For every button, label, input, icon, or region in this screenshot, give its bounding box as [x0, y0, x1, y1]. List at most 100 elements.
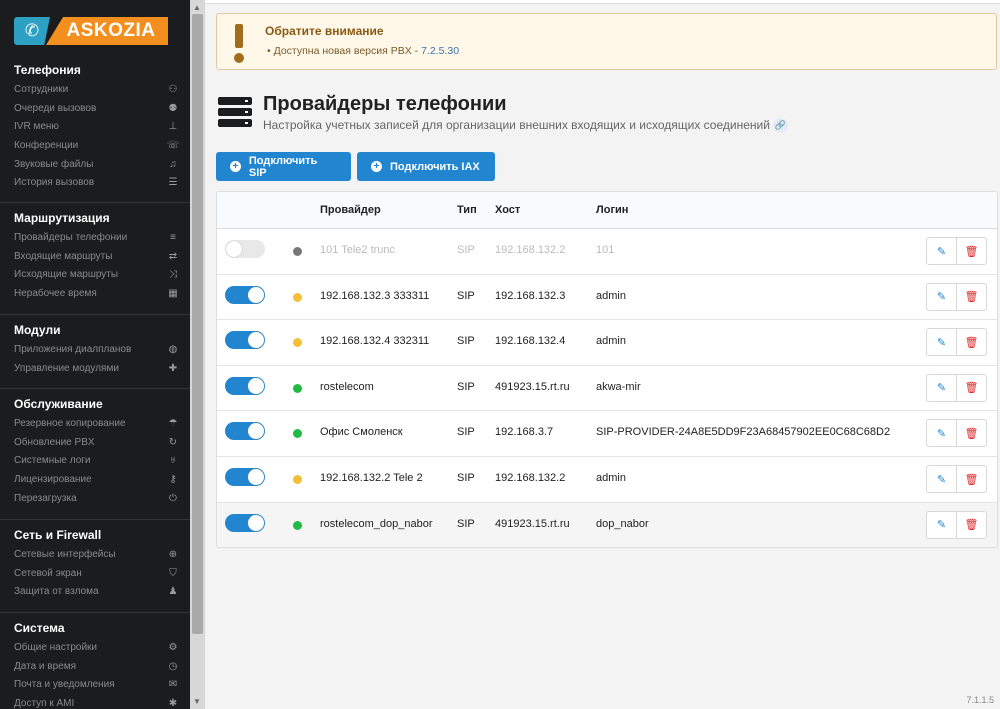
sidebar-section-title: Обслуживание: [14, 397, 103, 411]
edit-icon[interactable]: ✎: [927, 420, 957, 447]
table-row[interactable]: 192.168.132.2 Tele 2 SIP 192.168.132.2 admi…: [217, 457, 997, 503]
user-secret-icon: ♟: [168, 586, 178, 598]
delete-icon[interactable]: 🗑: [957, 238, 986, 264]
sidebar-item[interactable]: Общие настройки ⚙: [0, 638, 190, 657]
umbrella-icon: ☂: [168, 417, 178, 429]
sidebar-item[interactable]: Нерабочее время ▦: [0, 284, 190, 303]
delete-icon[interactable]: 🗑: [957, 512, 986, 538]
page-subtitle-text: Настройка учетных записей для организаци…: [263, 118, 770, 132]
table-row[interactable]: rostelecom SIP 491923.15.rt.ru akwa-mir ✎ 🗑: [217, 366, 997, 412]
add-sip-button[interactable]: + Подключить SIP: [216, 152, 351, 181]
sidebar-item[interactable]: Сетевой экран ⛉: [0, 564, 190, 583]
row-actions: ✎ 🗑: [926, 419, 987, 448]
sidebar-item[interactable]: Системные логи ♅: [0, 451, 190, 470]
sidebar-item-label: Почта и уведомления: [14, 679, 115, 691]
edit-icon[interactable]: ✎: [927, 283, 957, 310]
provider-host: 192.168.132.2: [495, 472, 566, 484]
sidebar-item[interactable]: Звуковые файлы ♫: [0, 155, 190, 174]
delete-icon[interactable]: 🗑: [957, 329, 986, 355]
provider-type: SIP: [457, 426, 475, 439]
delete-icon[interactable]: 🗑: [957, 466, 986, 492]
enable-toggle[interactable]: [225, 376, 265, 395]
delete-icon[interactable]: 🗑: [957, 284, 986, 310]
provider-type: SIP: [457, 335, 475, 348]
sidebar-item[interactable]: Доступ к AMI ✱: [0, 694, 190, 709]
sidebar-item[interactable]: IVR меню ⊥: [0, 117, 190, 136]
sidebar-item[interactable]: Почта и уведомления ✉: [0, 675, 190, 694]
header-host[interactable]: Хост: [495, 204, 520, 216]
sidebar-item[interactable]: Перезагрузка ⏻: [0, 489, 190, 508]
toggle-knob: [248, 423, 264, 440]
edit-icon[interactable]: ✎: [927, 374, 957, 401]
table-row[interactable]: 192.168.132.4 332311 SIP 192.168.132.4 admi…: [217, 320, 997, 366]
edit-icon[interactable]: ✎: [927, 329, 957, 356]
sidebar-item[interactable]: Исходящие маршруты ⤨: [0, 265, 190, 284]
sidebar-item[interactable]: История вызовов ☰: [0, 173, 190, 192]
header-login[interactable]: Логин: [596, 204, 628, 216]
provider-type: SIP: [457, 289, 475, 302]
edit-icon[interactable]: ✎: [927, 466, 957, 492]
edit-icon[interactable]: ✎: [927, 511, 957, 538]
exclamation-icon: [231, 24, 247, 63]
sidebar-item[interactable]: Лицензирование ⚷: [0, 470, 190, 489]
enable-toggle[interactable]: [225, 422, 265, 441]
link-icon[interactable]: 🔗: [772, 118, 788, 134]
sidebar-section: Телефония Сотрудники ⚇ Очереди вызовов ⚉ IVR …: [0, 62, 190, 192]
sidebar-item[interactable]: Управление модулями ✚: [0, 359, 190, 378]
enable-toggle[interactable]: [225, 331, 265, 350]
delete-icon[interactable]: 🗑: [957, 375, 986, 401]
shield-icon: ⛉: [169, 567, 177, 579]
provider-name: Офис Смоленск: [320, 426, 403, 439]
version-link[interactable]: 7.2.5.30: [421, 45, 459, 57]
table-row[interactable]: rostelecom_dop_nabor SIP 491923.15.rt.ru do…: [217, 502, 997, 547]
sidebar-item[interactable]: Провайдеры телефонии ≡: [0, 228, 190, 247]
scroll-down-icon[interactable]: ▼: [193, 697, 201, 706]
sidebar-item[interactable]: Очереди вызовов ⚉: [0, 99, 190, 118]
sidebar-item[interactable]: Конференции ☏: [0, 136, 190, 155]
scrollbar-thumb[interactable]: [192, 14, 203, 634]
sidebar-item[interactable]: Дата и время ◷: [0, 657, 190, 676]
sidebar-item[interactable]: Приложения диалпланов ◍: [0, 340, 190, 359]
enable-toggle[interactable]: [225, 285, 265, 304]
sidebar-divider: [0, 314, 190, 315]
sidebar-section-title: Телефония: [14, 63, 81, 77]
sidebar-scrollbar[interactable]: ▲ ▼: [190, 0, 205, 709]
enable-toggle[interactable]: [225, 513, 265, 532]
add-iax-button[interactable]: + Подключить IAX: [357, 152, 495, 181]
status-dot-icon: [293, 475, 302, 484]
provider-name: 192.168.132.3 333311: [320, 289, 430, 302]
enable-toggle[interactable]: [225, 240, 265, 258]
sidebar-item-label: Перезагрузка: [14, 492, 77, 504]
sidebar-item[interactable]: Входящие маршруты ⇄: [0, 247, 190, 266]
sidebar-item[interactable]: Сотрудники ⚇: [0, 80, 190, 99]
provider-login: dop_nabor: [596, 517, 649, 530]
list-icon: ☰: [168, 177, 178, 189]
table-row[interactable]: 101 Tele2 trunc SIP 192.168.132.2 101 ✎ 🗑: [217, 229, 997, 275]
header-provider[interactable]: Провайдер: [320, 204, 381, 216]
sidebar-item-label: Сетевые интерфейсы: [14, 548, 116, 560]
sidebar-section: Сеть и Firewall Сетевые интерфейсы ⊕ Сетево…: [0, 527, 190, 601]
cogs-icon: ⚙: [168, 641, 178, 653]
status-dot-icon: [293, 383, 302, 393]
table-row[interactable]: Офис Смоленск SIP 192.168.3.7 SIP-PROVIDER-…: [217, 411, 997, 457]
provider-host: 491923.15.rt.ru: [495, 517, 570, 530]
signpost-icon: ⇄: [168, 250, 178, 262]
status-dot-icon: [293, 338, 302, 348]
sidebar-item[interactable]: Сетевые интерфейсы ⊕: [0, 545, 190, 564]
sidebar-item-label: История вызовов: [14, 177, 95, 189]
sidebar-item-label: Системные логи: [14, 455, 91, 467]
edit-icon[interactable]: ✎: [927, 238, 957, 264]
plus-circle-icon: +: [230, 161, 241, 172]
provider-login: admin: [596, 289, 626, 302]
enable-toggle[interactable]: [225, 468, 265, 486]
scroll-up-icon[interactable]: ▲: [193, 3, 201, 12]
sidebar-item[interactable]: Обновление PBX ↻: [0, 433, 190, 452]
askozia-logo[interactable]: ✆ ASKOZIA: [14, 17, 168, 45]
providers-table: Провайдер Тип Хост Логин 101 Tele2 trunc…: [216, 191, 998, 548]
sidebar-section: Маршрутизация Провайдеры телефонии ≡ Входящ…: [0, 210, 190, 303]
header-type[interactable]: Тип: [457, 204, 477, 216]
sidebar-item[interactable]: Резервное копирование ☂: [0, 414, 190, 433]
delete-icon[interactable]: 🗑: [957, 420, 986, 446]
table-row[interactable]: 192.168.132.3 333311 SIP 192.168.132.3 admi…: [217, 275, 997, 321]
sidebar-item[interactable]: Защита от взлома ♟: [0, 582, 190, 601]
